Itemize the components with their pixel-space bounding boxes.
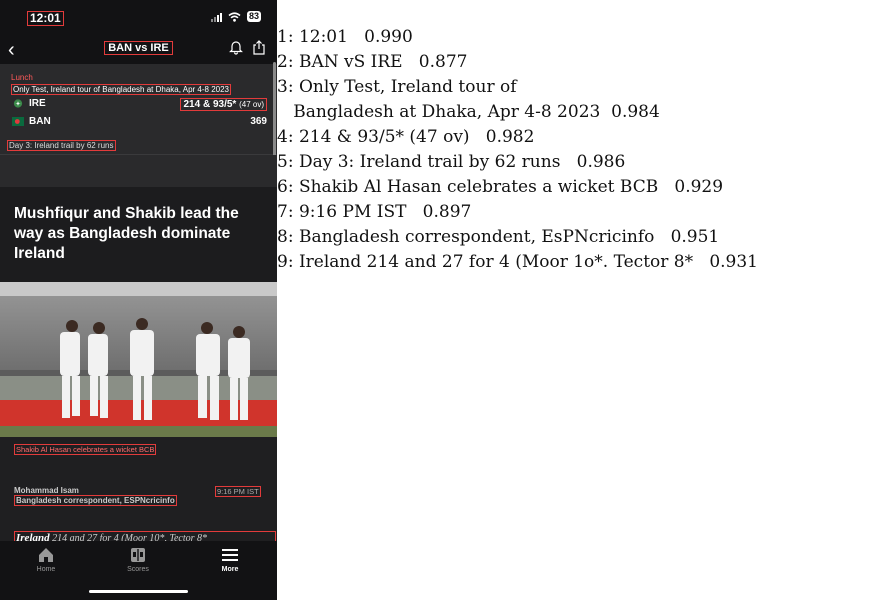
nav-bar: ‹ BAN vs IRE [0,36,277,64]
home-icon [39,548,53,562]
separator [0,155,277,187]
phone-screenshot: 12:01 83 ‹ BAN vs IRE Lunch Only Test, I… [0,0,277,600]
share-icon[interactable] [253,40,265,55]
author-role: Bangladesh correspondent, ESPNcricinfo [14,495,177,506]
team-row-ire: IRE 214 & 93/5* (47 ov) [12,98,267,112]
ocr-line: 9: Ireland 214 and 27 for 4 (Moor 1o*. T… [277,252,758,272]
tab-label: Scores [127,566,149,573]
tab-home[interactable]: Home [16,546,76,573]
article-photo [0,282,277,437]
match-description: Only Test, Ireland tour of Bangladesh at… [11,84,231,95]
tab-scores[interactable]: Scores [108,546,168,573]
ocr-line: 2: BAN vS IRE 0.877 [277,52,468,72]
team-score: 214 & 93/5* (47 ov) [180,98,267,111]
bell-icon[interactable] [229,40,243,55]
ocr-line: 4: 214 & 93/5* (47 ov) 0.982 [277,127,535,147]
status-bar: 12:01 83 [0,0,277,36]
match-day-note: Day 3: Ireland trail by 62 runs [7,140,116,151]
battery-indicator: 83 [246,11,261,22]
tab-more[interactable]: More [200,546,260,573]
home-indicator [89,590,188,593]
ocr-line: 8: Bangladesh correspondent, EsPNcricinf… [277,227,720,247]
bangladesh-flag-icon [12,117,24,126]
ocr-line: 5: Day 3: Ireland trail by 62 runs 0.986 [277,152,626,172]
team-score-overs: (47 ov) [239,100,264,109]
ocr-line: Bangladesh at Dhaka, Apr 4-8 2023 0.984 [277,102,660,122]
ocr-line: 7: 9:16 PM IST 0.897 [277,202,472,222]
ocr-line: 1: 12:01 0.990 [277,27,413,47]
team-score-main: 214 & 93/5* [183,99,237,110]
team-score: 369 [250,116,267,127]
tab-label: More [221,566,239,573]
menu-icon [222,549,238,561]
team-row-ban: BAN 369 [12,116,267,130]
wifi-icon [228,11,241,22]
nav-title-text: BAN vs IRE [104,41,173,55]
ireland-cricket-logo-icon [13,99,23,108]
ocr-line: 3: Only Test, Ireland tour of [277,77,517,97]
signal-icon [210,12,222,22]
article-headline: Mushfiqur and Shakib lead the way as Ban… [14,205,239,262]
team-name: BAN [29,116,51,127]
scores-icon [131,548,145,562]
post-time: 9:16 PM IST [215,486,261,497]
match-status: Lunch [11,73,33,82]
status-icons: 83 [210,11,261,22]
photo-caption: Shakib Al Hasan celebrates a wicket BCB [14,444,157,455]
ocr-results-panel: 1: 12:01 0.990 2: BAN vS IRE 0.877 3: On… [277,0,877,600]
author-name[interactable]: Mohammad Isam [14,486,79,495]
tab-label: Home [36,566,56,573]
team-name: IRE [29,98,46,109]
status-time: 12:01 [27,11,64,26]
ocr-line: 6: Shakib Al Hasan celebrates a wicket B… [277,177,724,197]
